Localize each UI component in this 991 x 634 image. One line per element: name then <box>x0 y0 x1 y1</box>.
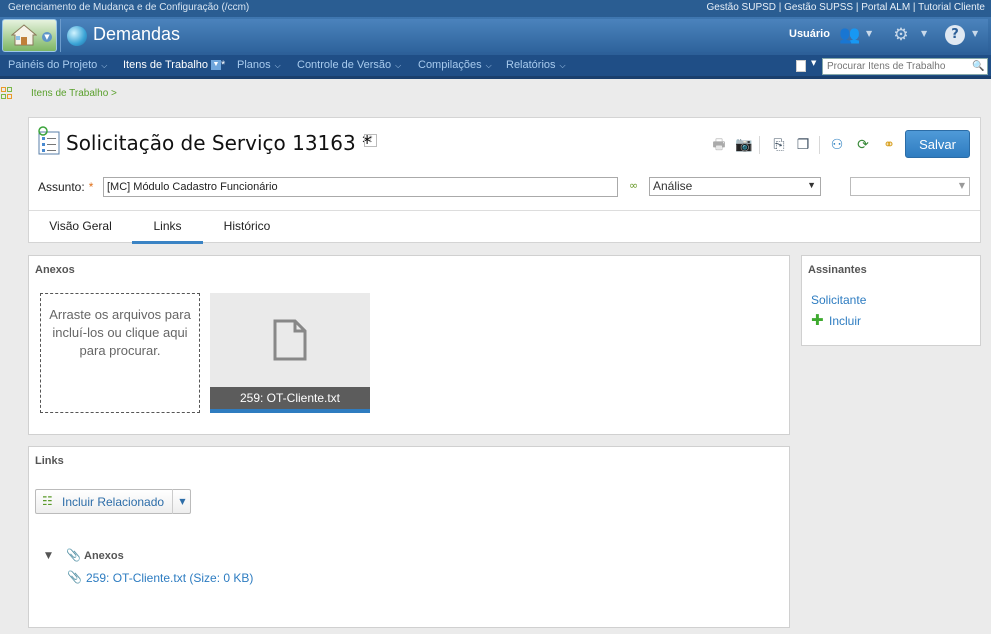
globe-icon <box>67 26 87 46</box>
paperclip-icon: 📎 <box>67 570 82 584</box>
nav-item-builds[interactable]: Compilações ⌵ <box>418 59 492 71</box>
chevron-down-icon[interactable]: ▼ <box>972 29 978 38</box>
attachment-caption: 259: OT-Cliente.txt <box>210 387 370 409</box>
header: ▼ Demandas Usuário 👥 ▼ ⚙ ▼ ? ▼ <box>0 17 991 55</box>
chevron-down-icon: ⌵ <box>395 61 402 70</box>
copy-icon[interactable]: ⎘ <box>771 137 787 153</box>
panel-toggle-icon[interactable] <box>1 87 13 101</box>
state-select[interactable]: Análise ▼ <box>649 177 821 196</box>
save-button[interactable]: Salvar <box>905 130 970 158</box>
nav-item-project-dashboards[interactable]: Painéis do Projeto ⌵ <box>8 59 107 71</box>
nav-item-reports[interactable]: Relatórios ⌵ <box>506 59 566 71</box>
required-marker: * <box>88 180 94 194</box>
gear-icon[interactable]: ⚙ <box>891 25 911 45</box>
paperclip-icon: 📎 <box>66 548 81 562</box>
search-input[interactable] <box>822 58 988 75</box>
work-item-type-icon <box>38 126 60 155</box>
subscribers-panel: Assinantes Solicitante ✚ Incluir <box>801 255 981 346</box>
add-related-icon: ☷ <box>42 494 53 508</box>
attachment-tile[interactable]: 259: OT-Cliente.txt <box>210 293 370 413</box>
share-icon[interactable]: ⚇ <box>829 137 845 153</box>
file-icon <box>273 319 307 361</box>
app-context-label: Gerenciamento de Mudança e de Configuraç… <box>8 2 250 13</box>
chevron-down-icon[interactable]: ▼ <box>172 489 192 514</box>
link-icon[interactable]: ⚭ <box>881 137 897 153</box>
page-title: Solicitação de Serviço 13163 * <box>66 131 373 155</box>
users-icon[interactable]: 👥 <box>839 25 860 45</box>
home-icon <box>11 24 37 46</box>
state-value: Análise <box>653 179 693 193</box>
add-subscriber-link[interactable]: Incluir <box>829 314 861 328</box>
chevron-down-icon[interactable]: ▼ <box>866 29 872 38</box>
chevron-down-icon[interactable]: ▼ <box>921 29 927 38</box>
top-bar: Gerenciamento de Mudança e de Configuraç… <box>0 0 991 17</box>
chevron-down-icon: ⌵ <box>559 61 566 70</box>
chevron-down-icon: ⌵ <box>274 61 281 70</box>
tab-history[interactable]: Histórico <box>210 211 284 244</box>
tab-links[interactable]: Links <box>132 211 203 244</box>
print-icon[interactable]: 🖶 <box>711 137 727 153</box>
chevron-down-icon: ⌵ <box>485 61 492 70</box>
attachments-panel: Anexos Arraste os arquivos para incluí-l… <box>28 255 790 435</box>
chevron-down-icon[interactable]: ▼ <box>811 59 816 67</box>
attachments-title: Anexos <box>35 264 75 276</box>
home-button[interactable]: ▼ <box>2 19 57 52</box>
add-related-button[interactable]: ☷ Incluir Relacionado <box>35 489 191 514</box>
search-scope-icon[interactable] <box>796 60 806 72</box>
subscriber-requester[interactable]: Solicitante <box>811 293 866 307</box>
breadcrumb[interactable]: Itens de Trabalho > <box>31 88 117 99</box>
nav-item-source-control[interactable]: Controle de Versão ⌵ <box>297 59 401 71</box>
nav-item-work-items[interactable]: Itens de Trabalho ▼ * <box>123 59 225 71</box>
plus-icon[interactable]: ✚ <box>811 311 824 329</box>
refresh-icon[interactable]: ⟳ <box>855 137 871 153</box>
duplicate-icon[interactable]: ❐ <box>795 137 811 153</box>
top-links[interactable]: Gestão SUPSD | Gestão SUPSS | Portal ALM… <box>707 2 985 13</box>
tab-bar: Visão Geral Links Histórico <box>29 210 980 244</box>
attachment-link[interactable]: 259: OT-Cliente.txt (Size: 0 KB) <box>86 571 253 585</box>
action-select[interactable]: ▼ <box>850 177 970 196</box>
collapse-icon[interactable]: ▼ <box>45 551 52 561</box>
file-drop-zone[interactable]: Arraste os arquivos para incluí-los ou c… <box>40 293 200 413</box>
chevron-down-icon: ▼ <box>958 181 965 190</box>
help-icon[interactable]: ? <box>945 25 965 45</box>
search-icon[interactable]: 🔍 <box>972 61 984 72</box>
user-name[interactable]: Usuário <box>789 28 830 40</box>
help-icon[interactable]: ? <box>364 134 377 147</box>
app-title: Demandas <box>93 24 181 44</box>
nav-bar: Painéis do Projeto ⌵ Itens de Trabalho ▼ * … <box>0 55 991 79</box>
tree-group-label: Anexos <box>84 550 124 562</box>
subscribers-title: Assinantes <box>808 264 867 276</box>
subject-field[interactable] <box>103 177 618 197</box>
workflow-state-icon: ∞ <box>629 179 639 192</box>
links-title: Links <box>35 455 64 467</box>
chevron-down-icon[interactable]: ▼ <box>211 60 222 71</box>
tab-overview[interactable]: Visão Geral <box>40 211 121 244</box>
camera-icon[interactable]: 📷 <box>735 137 752 153</box>
home-dropdown-icon[interactable]: ▼ <box>42 32 52 42</box>
links-panel: Links ☷ Incluir Relacionado ▼ ▼ 📎 Anexos… <box>28 446 790 628</box>
subject-label: Assunto: * <box>38 180 94 194</box>
chevron-down-icon: ⌵ <box>101 61 108 70</box>
nav-item-plans[interactable]: Planos ⌵ <box>237 59 281 71</box>
app-title-bar: Demandas Usuário 👥 ▼ ⚙ ▼ ? ▼ <box>60 19 988 52</box>
chevron-down-icon: ▼ <box>807 180 816 190</box>
work-item-header: Solicitação de Serviço 13163 * ? 🖶 📷 ⎘ ❐… <box>28 117 981 244</box>
